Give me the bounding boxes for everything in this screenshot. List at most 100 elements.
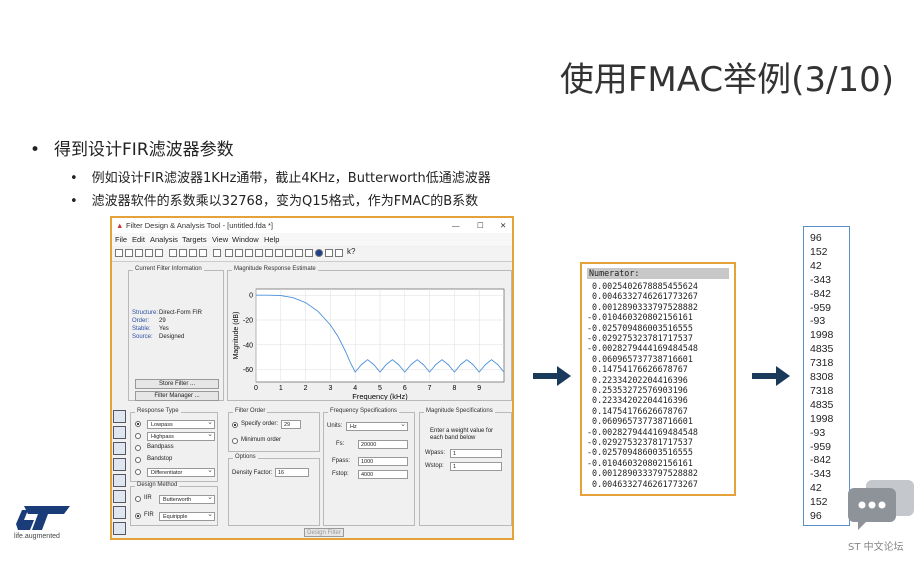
side-multirate-icon[interactable] [113,506,126,519]
help-icon[interactable]: k? [347,247,355,256]
x-tick-label: 1 [279,385,283,392]
fda-menubar: File Edit Analysis Targets View Window H… [112,233,512,246]
order-key: Order: [132,318,150,324]
maximize-icon[interactable]: ☐ [477,221,484,230]
fir-label: FIR [144,512,154,518]
wpass-label: Wpass: [425,450,446,456]
fda-window: ▲ Filter Design & Analysis Tool - [untit… [110,216,514,540]
group-delay-icon[interactable] [255,249,263,257]
current-filter-panel: Current Filter Information Structure: Di… [128,266,224,401]
filter-manager-button[interactable]: Filter Manager ... [135,391,219,401]
units-select[interactable]: Hz [346,421,408,431]
radio-lowpass[interactable] [135,421,141,427]
radio-bandpass[interactable] [135,445,141,451]
menu-analysis[interactable]: Analysis [150,235,178,244]
radio-minimum-order[interactable] [232,438,238,444]
numerator-value: -0.025709486003516555 [587,447,693,458]
numerator-value: -0.0028279444169484548 [587,426,698,437]
numerator-value: 0.22334202204416396 [587,374,688,385]
x-tick-label: 8 [452,385,456,392]
design-filter-button[interactable]: Design Filter [304,528,344,537]
q15-value: 96 [810,510,822,522]
side-import-icon[interactable] [113,458,126,471]
differentiator-select[interactable]: Differentiator [147,467,215,477]
wstop-field[interactable]: 1 [450,462,502,471]
order-field[interactable]: 29 [281,420,301,429]
y-axis-label: Magnitude (dB) [233,312,240,360]
save-icon[interactable] [135,249,143,257]
numerator-value: -0.025709486003516555 [587,322,693,333]
phase-delay-icon[interactable] [265,249,273,257]
magnitude-icon[interactable] [225,249,233,257]
zoom-x-icon[interactable] [179,249,187,257]
order-value: 29 [159,318,166,324]
side-realize-icon[interactable] [113,442,126,455]
step-icon[interactable] [285,249,293,257]
close-icon[interactable]: ✕ [500,221,506,230]
pole-zero-icon[interactable] [295,249,303,257]
legend-icon[interactable] [335,249,343,257]
density-factor-field[interactable]: 16 [275,468,309,477]
coefficients-icon[interactable] [305,249,313,257]
radio-differentiator[interactable] [135,469,141,475]
numerator-value: 0.060965737738716601 [587,353,693,364]
radio-bandstop[interactable] [135,457,141,463]
side-structure-icon[interactable] [113,522,126,535]
q15-value: -959 [810,440,832,453]
open-file-icon[interactable] [125,249,133,257]
store-filter-button[interactable]: Store Filter ... [135,379,219,389]
radio-fir[interactable] [135,513,141,519]
minimize-icon[interactable]: — [452,221,460,230]
side-quantize-icon[interactable] [113,490,126,503]
filter-spec-icon[interactable] [213,249,221,257]
q15-value: 96 [810,232,822,244]
menu-window[interactable]: Window [232,235,259,244]
highpass-select[interactable]: Highpass [147,431,215,441]
filter-order-label: Filter Order [233,408,268,414]
magnitude-spec-label: Magnitude Specifications [424,408,495,414]
current-filter-label: Current Filter Information [133,266,204,272]
menu-help[interactable]: Help [264,235,279,244]
filter-order-panel: Filter Order Specify order: 29 Minimum o… [228,408,320,452]
iir-method-select[interactable]: Butterworth [159,494,215,504]
radio-iir[interactable] [135,496,141,502]
wstop-label: Wstop: [425,463,444,469]
q15-value: 8308 [810,371,834,383]
fir-method-select[interactable]: Equiripple [159,511,215,521]
phase-icon[interactable] [235,249,243,257]
logo-caption: life.augmented [14,533,60,540]
zoom-y-icon[interactable] [189,249,197,257]
menu-file[interactable]: File [115,235,127,244]
bullet-main: • 得到设计FIR滤波器参数 [30,135,234,160]
fda-window-title: Filter Design & Analysis Tool - [untitle… [126,221,274,230]
zoom-in-icon[interactable] [169,249,177,257]
menu-targets[interactable]: Targets [182,235,207,244]
side-pole-zero-icon[interactable] [113,474,126,487]
mag-phase-icon[interactable] [245,249,253,257]
numerator-header: Numerator: [587,268,729,279]
print-icon[interactable] [145,249,153,257]
impulse-icon[interactable] [275,249,283,257]
numerator-value: 0.25353272576903196 [587,385,688,395]
info-icon[interactable] [315,249,323,257]
new-file-icon[interactable] [115,249,123,257]
lowpass-select[interactable]: Lowpass [147,419,215,429]
print-preview-icon[interactable] [155,249,163,257]
side-design-icon[interactable] [113,410,126,423]
fpass-field[interactable]: 1000 [358,457,408,466]
radio-specify-order[interactable] [232,422,238,428]
structure-key: Structure: [132,310,159,316]
wpass-field[interactable]: 1 [450,449,502,458]
cost-icon[interactable] [325,249,333,257]
radio-highpass[interactable] [135,433,141,439]
full-view-icon[interactable] [199,249,207,257]
frequency-spec-label: Frequency Specifications [328,408,400,414]
q15-value: 1998 [810,412,834,425]
numerator-value: -0.029275323781717537 [587,333,693,343]
fs-field[interactable]: 20000 [358,440,408,449]
side-transform-icon[interactable] [113,426,126,439]
bullet-dot-icon: • [70,171,78,186]
fstop-field[interactable]: 4000 [358,470,408,479]
menu-view[interactable]: View [212,235,228,244]
menu-edit[interactable]: Edit [132,235,145,244]
